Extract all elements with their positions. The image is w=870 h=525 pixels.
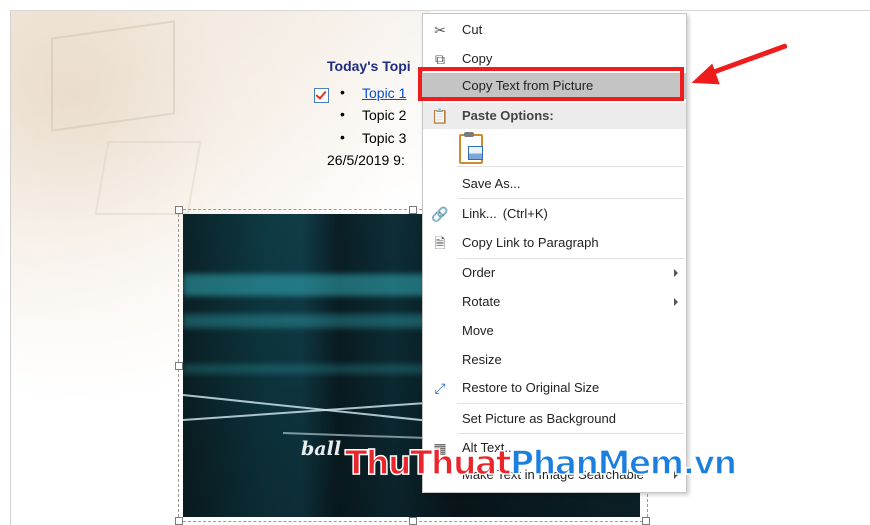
background-shape: [51, 20, 175, 132]
menu-separator: [457, 403, 684, 404]
menu-item-set-picture-as-background[interactable]: Set Picture as Background: [423, 406, 686, 432]
restore-size-icon: ⤢: [434, 380, 446, 396]
menu-item-copy-link-to-paragraph[interactable]: 🗎 Copy Link to Paragraph: [423, 230, 686, 256]
menu-item-rotate[interactable]: Rotate: [423, 289, 686, 315]
bullet-icon: •: [340, 129, 345, 145]
submenu-arrow-icon: [674, 298, 678, 306]
watermark-part-1: ThuThuat: [344, 442, 512, 483]
clipboard-clip: [464, 132, 474, 137]
link-label: Link...: [462, 206, 497, 221]
paste-options-header: 📋 Paste Options:: [423, 103, 686, 129]
topic-text[interactable]: Topic 2: [362, 107, 406, 123]
background-shape: [94, 141, 202, 215]
onenote-page: Today's Topi • Topic 1 • Topic 2 • Topic…: [0, 0, 870, 525]
paste-picture-icon[interactable]: [457, 132, 483, 164]
todo-checkbox-checked[interactable]: [314, 88, 329, 103]
clipboard-shape: [459, 134, 483, 164]
picture-glyph: [468, 146, 483, 160]
menu-item-cut[interactable]: ✂ Cut: [423, 17, 686, 43]
page-heading[interactable]: Today's Topi: [327, 58, 411, 74]
bullet-icon: •: [340, 84, 345, 100]
topic-link[interactable]: Topic 1: [362, 85, 406, 101]
resize-handle[interactable]: [409, 206, 417, 214]
resize-handle[interactable]: [175, 362, 183, 370]
document-link-icon: 🗎: [434, 235, 446, 251]
menu-item-resize[interactable]: Resize: [423, 347, 686, 373]
menu-item-move[interactable]: Move: [423, 318, 686, 344]
menu-separator: [457, 258, 684, 259]
menu-separator: [457, 166, 684, 167]
watermark-part-2: PhanMem.vn: [509, 442, 738, 483]
menu-item-save-as[interactable]: Save As...: [423, 171, 686, 197]
resize-handle[interactable]: [175, 517, 183, 525]
menu-separator: [457, 433, 684, 434]
menu-separator: [457, 198, 684, 199]
menu-item-order[interactable]: Order: [423, 260, 686, 286]
resize-handle[interactable]: [409, 517, 417, 525]
copy-icon: ⧉: [435, 51, 445, 67]
resize-handle[interactable]: [175, 206, 183, 214]
date-time-stamp[interactable]: 26/5/2019 9:: [327, 152, 405, 168]
link-shortcut: (Ctrl+K): [502, 206, 548, 221]
link-icon: 🔗: [431, 206, 449, 222]
watermark-logo: ThuThuatPhanMem.vn: [344, 442, 738, 483]
scissors-icon: ✂: [434, 22, 446, 38]
annotation-arrow-shaft: [706, 43, 788, 77]
picture-caption: ball: [301, 438, 342, 460]
bullet-icon: •: [340, 106, 345, 122]
topic-text[interactable]: Topic 3: [362, 130, 406, 146]
menu-item-link[interactable]: 🔗 Link... (Ctrl+K): [423, 201, 686, 227]
resize-handle[interactable]: [642, 517, 650, 525]
paste-icon: 📋: [431, 108, 449, 124]
highlight-annotation-box: [418, 67, 684, 101]
submenu-arrow-icon: [674, 269, 678, 277]
menu-item-restore-original-size[interactable]: ⤢ Restore to Original Size: [423, 375, 686, 401]
